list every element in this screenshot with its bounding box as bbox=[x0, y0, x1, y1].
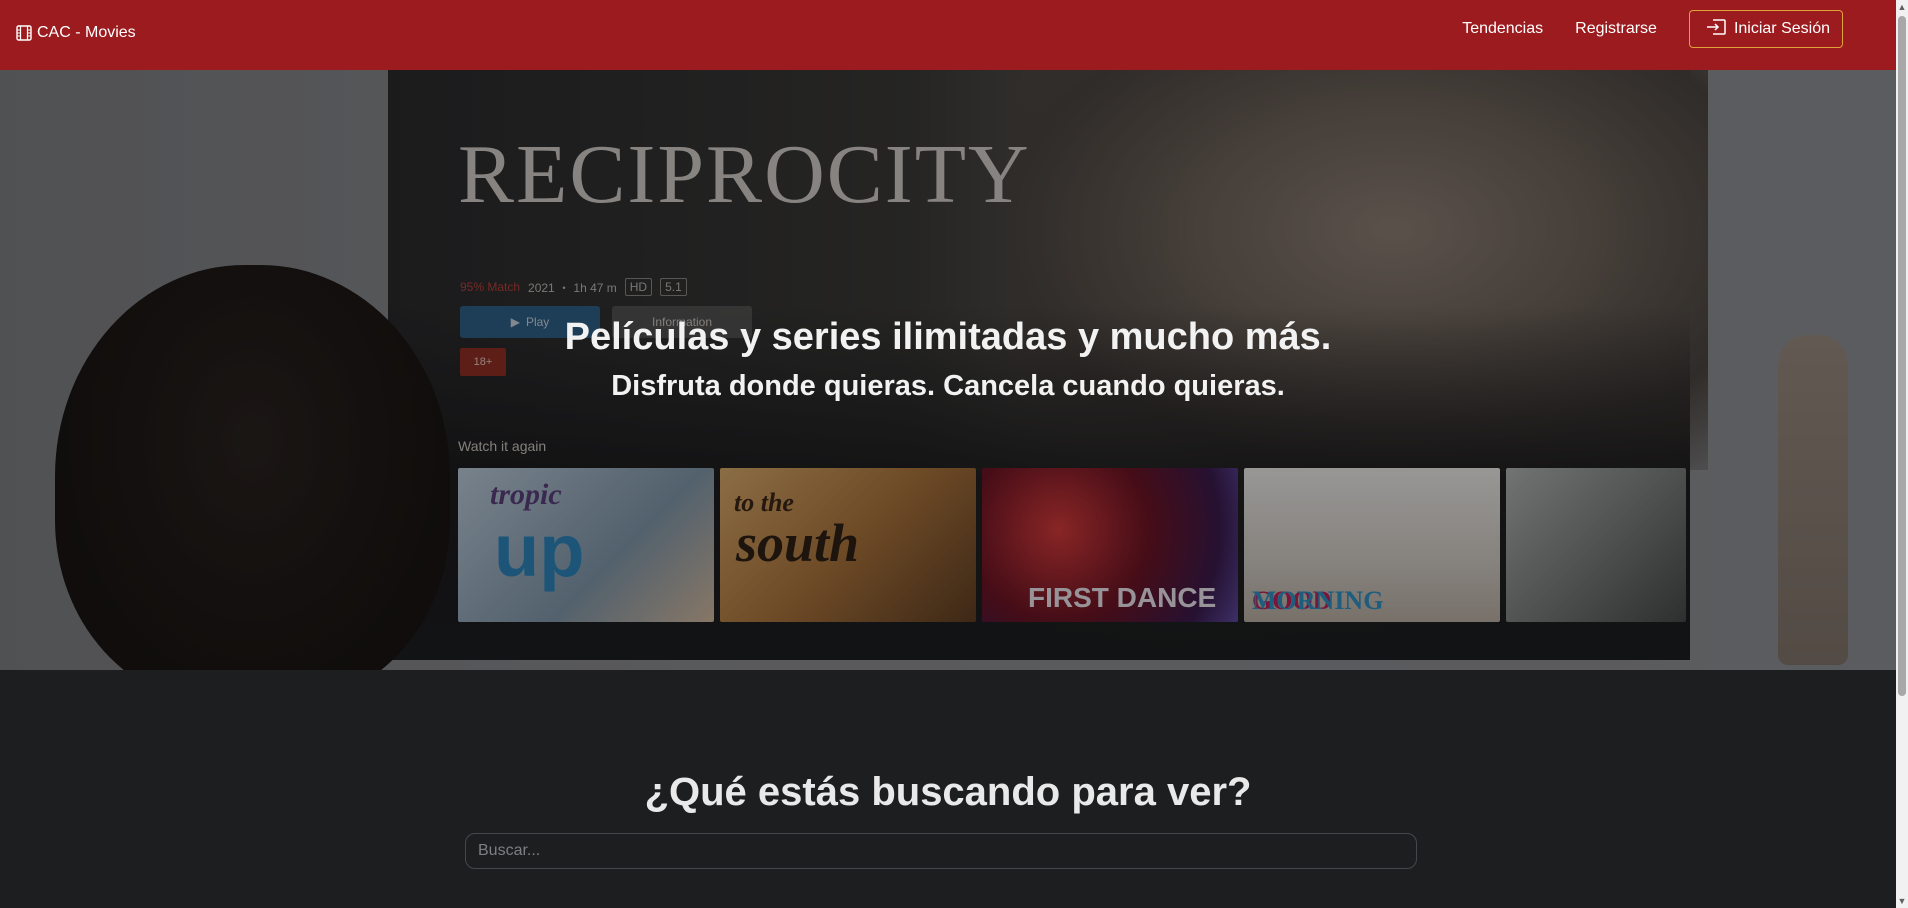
navbar: CAC - Movies Tendencias Registrarse Inic… bbox=[0, 0, 1896, 70]
scroll-thumb[interactable] bbox=[1898, 16, 1906, 696]
login-label: Iniciar Sesión bbox=[1733, 20, 1830, 37]
scroll-down-icon[interactable]: ▼ bbox=[1896, 894, 1908, 908]
hero-title: Películas y series ilimitadas y mucho má… bbox=[564, 316, 1332, 358]
sign-in-icon bbox=[1706, 18, 1726, 40]
nav-link-tendencias[interactable]: Tendencias bbox=[1462, 20, 1543, 38]
nav-links: Tendencias Registrarse Iniciar Sesión bbox=[1462, 10, 1843, 48]
search-input[interactable] bbox=[465, 833, 1417, 869]
search-heading: ¿Qué estás buscando para ver? bbox=[644, 770, 1252, 814]
brand-name: CAC - Movies bbox=[37, 24, 136, 41]
hero-subtitle: Disfruta donde quieras. Cancela cuando q… bbox=[611, 370, 1285, 402]
nav-link-registrarse[interactable]: Registrarse bbox=[1575, 20, 1657, 38]
login-button[interactable]: Iniciar Sesión bbox=[1688, 10, 1843, 48]
hero-banner: RECIPROCITY 95% Match 2021 ・ 1h 47 m HD … bbox=[0, 70, 1896, 670]
scrollbar[interactable]: ▲ ▼ bbox=[1896, 0, 1908, 908]
film-icon bbox=[16, 25, 32, 41]
brand-link[interactable]: CAC - Movies bbox=[16, 24, 136, 42]
scroll-up-icon[interactable]: ▲ bbox=[1896, 0, 1908, 14]
